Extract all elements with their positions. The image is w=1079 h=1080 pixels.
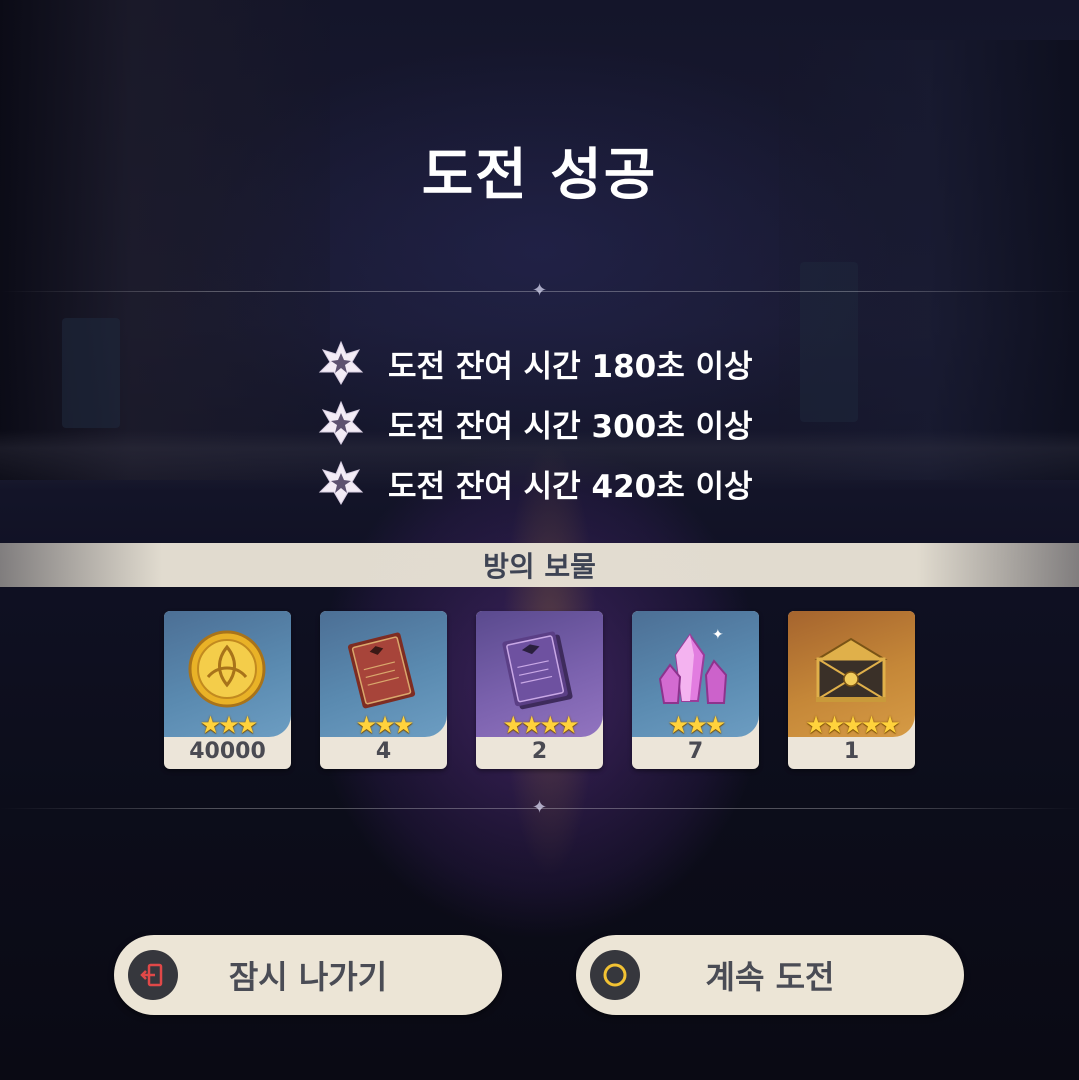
rarity-stars: ★★★ xyxy=(199,711,259,739)
reward-count: 1 xyxy=(843,739,860,764)
continue-button[interactable]: 계속 도전 xyxy=(576,935,964,1015)
rarity-stars: ★★★ xyxy=(667,711,727,739)
reward-count: 2 xyxy=(531,739,548,764)
exit-door-icon xyxy=(128,950,178,1000)
divider-sparkle-icon: ✦ xyxy=(532,797,548,818)
condition-item: 도전 잔여 시간 300초 이상 xyxy=(318,398,753,448)
reward-count: 40000 xyxy=(189,739,266,764)
red-book-icon xyxy=(347,632,416,709)
rarity-stars: ★★★★★ xyxy=(805,711,901,739)
background-rune-left xyxy=(62,318,120,428)
background-pillar-right xyxy=(779,40,1079,480)
svg-text:✦: ✦ xyxy=(712,627,724,643)
challenge-star-icon xyxy=(318,400,364,445)
condition-text: 도전 잔여 시간 180초 이상 xyxy=(388,348,753,385)
rarity-stars: ★★★ xyxy=(355,711,415,739)
confirm-circle-icon xyxy=(590,950,640,1000)
reward-item-chest[interactable]: ★★★★★ 1 xyxy=(788,611,915,769)
treasure-header: 방의 보물 xyxy=(0,543,1079,587)
purple-book-icon xyxy=(502,631,573,710)
rarity-stars: ★★★★ xyxy=(502,711,579,739)
reward-count: 4 xyxy=(375,739,392,764)
exit-button[interactable]: 잠시 나가기 xyxy=(114,935,502,1015)
reward-count: 7 xyxy=(687,739,704,764)
golden-chest-icon xyxy=(814,637,888,702)
treasure-label: 방의 보물 xyxy=(483,550,596,583)
reward-item-crystal[interactable]: ✦ ★★★ 7 xyxy=(632,611,759,769)
challenge-star-icon xyxy=(318,340,364,385)
condition-text: 도전 잔여 시간 300초 이상 xyxy=(388,408,753,445)
reward-item-mora[interactable]: ★★★ 40000 xyxy=(164,611,291,769)
divider-sparkle-icon: ✦ xyxy=(532,280,548,301)
page-title: 도전 성공 xyxy=(421,143,658,208)
reward-item-red-book[interactable]: ★★★ 4 xyxy=(320,611,447,769)
exit-button-label: 잠시 나가기 xyxy=(228,958,388,996)
background-pillar-left xyxy=(0,0,330,480)
condition-text: 도전 잔여 시간 420초 이상 xyxy=(388,468,753,505)
crystal-ore-icon: ✦ xyxy=(658,627,728,704)
challenge-star-icon xyxy=(318,460,364,505)
reward-item-purple-book[interactable]: ★★★★ 2 xyxy=(476,611,603,769)
condition-item: 도전 잔여 시간 420초 이상 xyxy=(318,458,753,508)
condition-item: 도전 잔여 시간 180초 이상 xyxy=(318,338,753,388)
continue-button-label: 계속 도전 xyxy=(705,958,835,996)
mora-coin-icon xyxy=(188,630,266,708)
background-rune-right xyxy=(800,262,858,422)
